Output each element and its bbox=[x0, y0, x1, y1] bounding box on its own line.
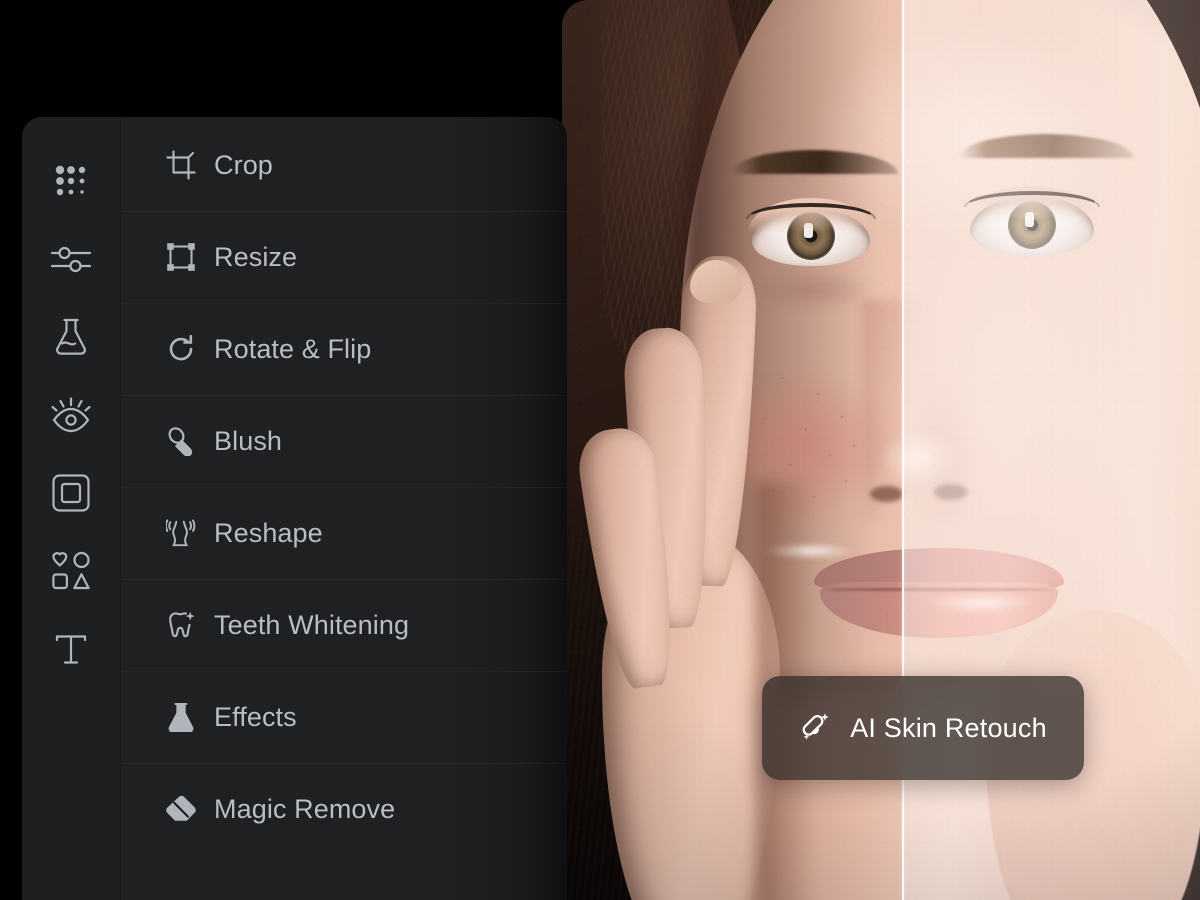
menu-item-label: Effects bbox=[214, 701, 297, 732]
menu-item-reshape[interactable]: Reshape bbox=[121, 487, 567, 579]
hand-left bbox=[574, 232, 816, 900]
tool-menu: Crop Resize Rotate & Flip Blush Reshape … bbox=[121, 117, 567, 900]
rail-item-templates[interactable] bbox=[43, 153, 99, 209]
nostril-left bbox=[870, 486, 904, 502]
app-root: AI Skin Retouch Crop Resize Rotate & Fli… bbox=[0, 0, 1200, 900]
tools-panel: Crop Resize Rotate & Flip Blush Reshape … bbox=[22, 117, 567, 900]
dots-grid-icon bbox=[55, 165, 86, 196]
rail-item-elements[interactable] bbox=[43, 543, 99, 599]
text-icon bbox=[55, 635, 87, 664]
eye-lashes-icon bbox=[51, 397, 91, 433]
menu-item-teeth-whitening[interactable]: Teeth Whitening bbox=[121, 579, 567, 671]
menu-item-label: Teeth Whitening bbox=[214, 609, 410, 640]
frame-icon bbox=[52, 474, 90, 512]
rail-item-effects[interactable] bbox=[43, 309, 99, 365]
sliders-icon bbox=[50, 246, 92, 273]
menu-item-rotate-flip[interactable]: Rotate & Flip bbox=[121, 303, 567, 395]
menu-item-crop[interactable]: Crop bbox=[121, 119, 567, 211]
reshape-icon bbox=[166, 518, 196, 548]
menu-item-label: Reshape bbox=[214, 517, 323, 548]
photo-canvas[interactable]: AI Skin Retouch bbox=[562, 0, 1200, 900]
crop-icon bbox=[166, 150, 196, 180]
menu-item-blush[interactable]: Blush bbox=[121, 395, 567, 487]
menu-item-label: Rotate & Flip bbox=[214, 333, 372, 364]
eraser-icon bbox=[166, 794, 196, 824]
rail-item-adjust[interactable] bbox=[43, 231, 99, 287]
menu-item-label: Crop bbox=[214, 149, 273, 180]
rail-item-frame[interactable] bbox=[43, 465, 99, 521]
ai-skin-retouch-label: AI Skin Retouch bbox=[850, 712, 1047, 743]
rotate-flip-icon bbox=[166, 334, 196, 364]
resize-icon bbox=[166, 242, 196, 272]
before-after-photo: AI Skin Retouch bbox=[562, 0, 1200, 900]
menu-item-label: Magic Remove bbox=[214, 793, 396, 824]
rail-item-text[interactable] bbox=[43, 621, 99, 677]
menu-item-label: Blush bbox=[214, 425, 283, 456]
flask-effects-icon bbox=[166, 702, 196, 732]
menu-item-resize[interactable]: Resize bbox=[121, 211, 567, 303]
shapes-icon bbox=[52, 551, 90, 590]
menu-item-effects[interactable]: Effects bbox=[121, 671, 567, 763]
menu-item-magic-remove[interactable]: Magic Remove bbox=[121, 763, 567, 855]
teeth-whitening-icon bbox=[166, 610, 196, 640]
flask-icon bbox=[56, 318, 86, 355]
rail-item-retouch[interactable] bbox=[43, 387, 99, 443]
tool-rail bbox=[22, 117, 121, 900]
ai-skin-retouch-badge[interactable]: AI Skin Retouch bbox=[762, 676, 1084, 780]
menu-item-label: Resize bbox=[214, 241, 298, 272]
magic-wand-sparkle-icon bbox=[802, 713, 829, 740]
blush-icon bbox=[166, 426, 196, 456]
